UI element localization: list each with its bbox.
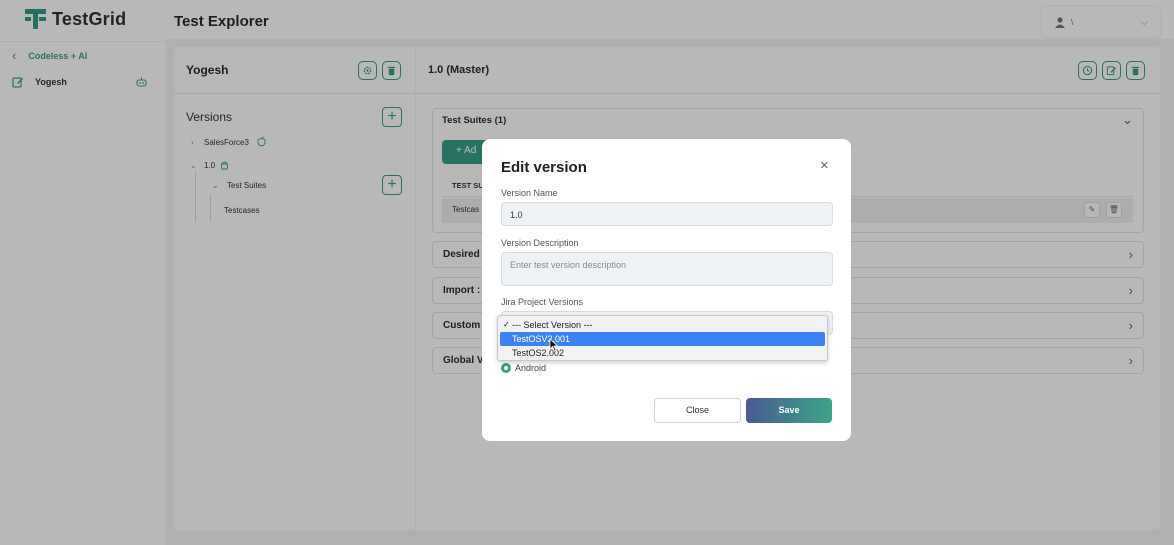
mouse-cursor-icon (549, 338, 559, 352)
save-button[interactable]: Save (746, 398, 832, 423)
close-icon[interactable]: × (820, 157, 829, 174)
radio-label: Android (515, 363, 547, 373)
radio-selected-icon (501, 363, 511, 373)
jira-versions-label: Jira Project Versions (501, 297, 584, 307)
version-name-label: Version Name (501, 188, 558, 198)
edit-version-modal: Edit version × Version Name 1.0 Version … (482, 139, 851, 441)
checkmark-icon: ✓ (503, 320, 510, 329)
jira-versions-dropdown-list: ✓ --- Select Version --- TestOSV2.001 Te… (497, 315, 828, 361)
modal-title: Edit version (501, 159, 587, 176)
version-name-input[interactable]: 1.0 (501, 202, 833, 226)
platform-radio-android[interactable]: Android (501, 363, 546, 373)
close-button[interactable]: Close (654, 398, 741, 423)
dropdown-option-label: --- Select Version --- (512, 320, 593, 330)
dropdown-option-label: TestOSV2.001 (512, 334, 571, 344)
version-description-textarea[interactable]: Enter test version description (501, 252, 833, 286)
version-description-label: Version Description (501, 238, 579, 248)
dropdown-option[interactable]: ✓ --- Select Version --- (500, 318, 825, 332)
